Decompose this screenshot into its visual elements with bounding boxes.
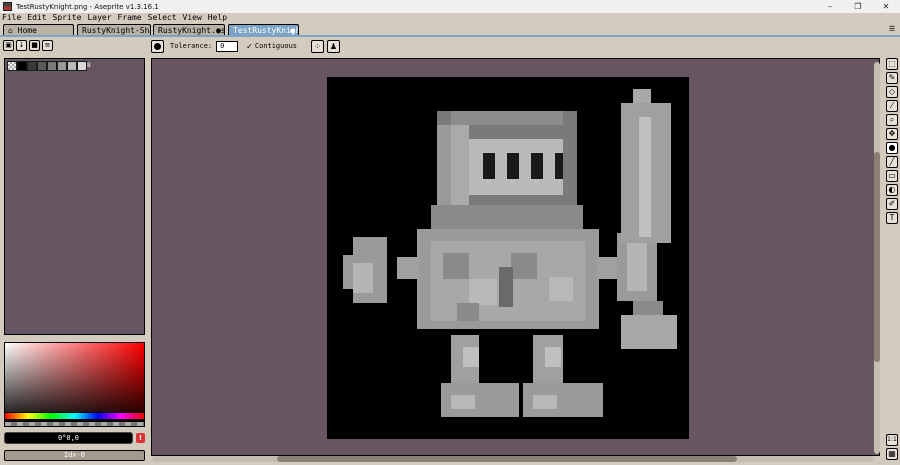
horizontal-scroll-thumb[interactable] (277, 456, 737, 462)
color-index-field: Idx-0 (4, 450, 145, 461)
hue-slider[interactable] (4, 412, 145, 420)
pencil-icon[interactable]: ✎ (886, 72, 898, 84)
vertical-scrollbar[interactable] (874, 62, 880, 454)
palette-swatches (7, 61, 87, 71)
zoom-actual-size-button[interactable]: 1:1 (886, 434, 898, 446)
menu-bar: File Edit Sprite Layer Frame Select View… (0, 13, 900, 23)
modified-dot-icon[interactable]: ● (216, 26, 221, 35)
vertical-scroll-thumb[interactable] (874, 152, 880, 362)
person-icon: ♟ (329, 41, 338, 51)
app-icon (3, 2, 12, 11)
sort-icon[interactable]: ↓ (16, 40, 27, 51)
menu-sprite[interactable]: Sprite (53, 13, 82, 23)
warning-icon[interactable]: ! (136, 433, 145, 443)
menu-frame[interactable]: Frame (118, 13, 142, 23)
more-menu-icon[interactable]: ☰ (888, 25, 896, 33)
fill-mode-button[interactable]: ♟ (327, 39, 341, 53)
palette-swatch[interactable] (17, 61, 27, 71)
tab-bar: ⌂ Home RustyKnight-Sh RustyKnight.ase ● … (0, 23, 900, 37)
menu-edit[interactable]: Edit (27, 13, 46, 23)
canvas-workspace[interactable] (151, 58, 880, 456)
tab-label: RustyKnight.ase (158, 26, 225, 35)
move-icon[interactable]: ✥ (886, 128, 898, 140)
menu-view[interactable]: View (183, 13, 202, 23)
menu-layer[interactable]: Layer (87, 13, 111, 23)
close-button[interactable]: ✕ (872, 0, 900, 13)
menu-file[interactable]: File (2, 13, 21, 23)
marquee-icon[interactable]: ⬚ (886, 58, 898, 70)
palette-swatch[interactable] (37, 61, 47, 71)
tab-label: TestRustyKnigh (233, 26, 299, 35)
line-icon[interactable]: ╱ (886, 156, 898, 168)
menu-help[interactable]: Help (208, 13, 227, 23)
tool-palette: ⬚ ✎ ◇ ⁄ ⌕ ✥ ● ╱ ▭ ◐ ✐ T (886, 58, 898, 226)
tab-underline (0, 35, 900, 37)
tolerance-input[interactable]: 0 (216, 40, 239, 52)
palette-entry-count: 8 (87, 62, 91, 69)
zoom-fit-icon[interactable]: ▦ (886, 448, 898, 460)
context-bar: Tolerance: 0 ✓ Contiguous ⁘ ♟ (151, 38, 341, 54)
palette-swatch[interactable] (27, 61, 37, 71)
home-icon: ⌂ (8, 26, 18, 35)
tab-label: Home (17, 26, 37, 35)
alpha-slider[interactable] (4, 421, 145, 427)
maximize-button[interactable]: ❐ (844, 0, 872, 13)
paint-bucket-icon[interactable]: ● (886, 142, 898, 154)
minimize-button[interactable]: – (816, 0, 844, 13)
horizontal-scrollbar[interactable] (152, 456, 874, 462)
zoom-controls: 1:1 ▦ (886, 434, 898, 462)
palette-swatch[interactable] (47, 61, 57, 71)
aseprite-window: TestRustyKnight.png - Aseprite v1.3.16.1… (0, 0, 900, 465)
menu-select[interactable]: Select (148, 13, 177, 23)
text-icon[interactable]: T (886, 212, 898, 224)
lock-icon[interactable]: ▣ (3, 40, 14, 51)
tolerance-label: Tolerance: (170, 42, 213, 50)
brush-type-button[interactable] (151, 39, 164, 53)
modified-dot-icon[interactable]: ● (290, 26, 295, 35)
menu-icon[interactable]: ≡ (42, 40, 53, 51)
ellipse-icon[interactable]: ◐ (886, 184, 898, 196)
blur-icon[interactable]: ✐ (886, 198, 898, 210)
palette-toolbar: ▣ ↓ ■ ≡ (3, 40, 53, 52)
contiguous-checkbox[interactable]: ✓ (246, 42, 253, 51)
palette-swatch[interactable] (77, 61, 87, 71)
zoom-icon[interactable]: ⌕ (886, 114, 898, 126)
knight-sprite-image (343, 89, 677, 417)
palette-swatch[interactable] (57, 61, 67, 71)
palette-options-icon[interactable]: ■ (29, 40, 40, 51)
pixel-grid-button[interactable]: ⁘ (311, 39, 325, 53)
window-title: TestRustyKnight.png - Aseprite v1.3.16.1 (16, 2, 159, 11)
rectangle-icon[interactable]: ▭ (886, 170, 898, 182)
contiguous-label: Contiguous (254, 42, 298, 50)
sprite-canvas[interactable] (327, 77, 689, 439)
palette-panel: 8 (4, 58, 145, 335)
eraser-icon[interactable]: ◇ (886, 86, 898, 98)
circle-brush-icon (154, 42, 161, 50)
title-bar: TestRustyKnight.png - Aseprite v1.3.16.1… (0, 0, 900, 13)
tab-label: RustyKnight-Sh (82, 26, 150, 35)
palette-swatch[interactable] (67, 61, 77, 71)
palette-swatch-transparent[interactable] (7, 61, 17, 71)
eyedropper-icon[interactable]: ⁄ (886, 100, 898, 112)
color-value-field[interactable]: 0°0,0 (4, 432, 133, 444)
dither-icon: ⁘ (314, 41, 321, 51)
